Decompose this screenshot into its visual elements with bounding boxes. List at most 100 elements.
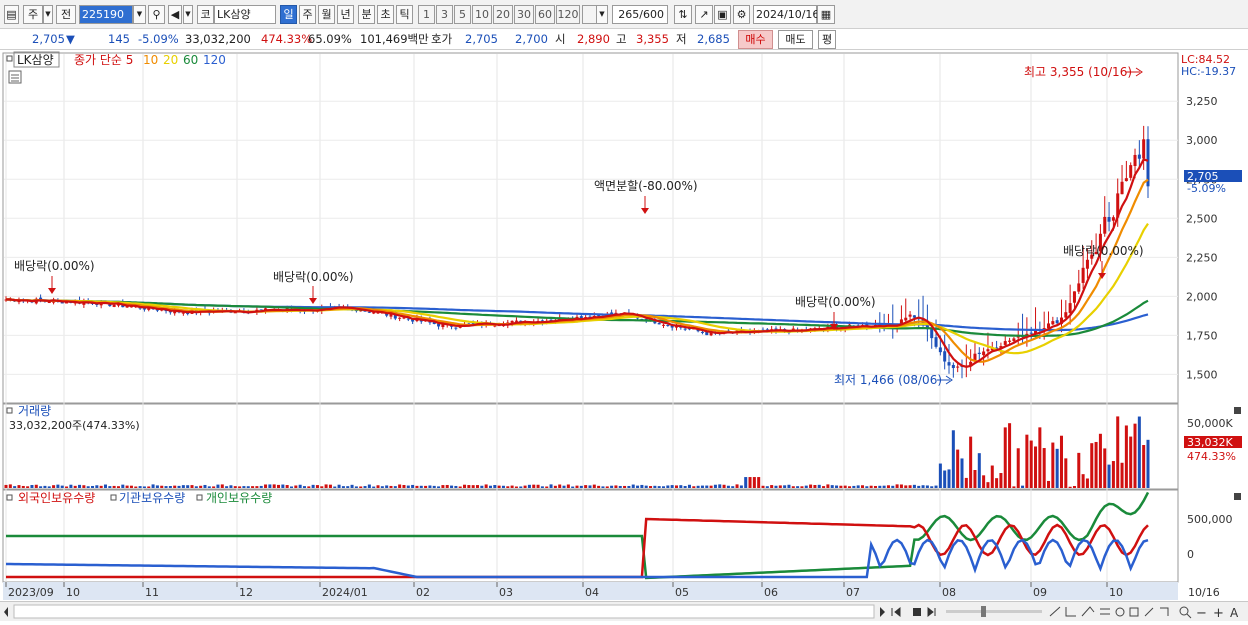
- gear-icon[interactable]: ⚙: [733, 5, 750, 24]
- candle-body: [1051, 321, 1055, 325]
- period-month[interactable]: 월: [318, 5, 335, 24]
- stock-code-input[interactable]: 225190: [79, 5, 133, 24]
- candle-body: [1012, 338, 1016, 342]
- volume-bar: [450, 485, 454, 488]
- stop-icon[interactable]: [913, 608, 921, 616]
- interval-20[interactable]: 20: [493, 5, 513, 24]
- chevron-down-icon[interactable]: ▼: [183, 5, 193, 24]
- interval-60[interactable]: 60: [535, 5, 555, 24]
- volume-bar: [246, 486, 250, 488]
- date-field[interactable]: 2024/10/16: [753, 5, 819, 24]
- window-menu-icon[interactable]: ▤: [4, 5, 19, 24]
- period-minute[interactable]: 분: [358, 5, 375, 24]
- type-selector[interactable]: 주: [23, 5, 43, 24]
- volume-bar: [212, 486, 216, 488]
- count-field[interactable]: 265/600: [612, 5, 668, 24]
- stock-chart[interactable]: LK삼양 종가 단순 5 10 20 60 120 3,2503,0002,75…: [0, 50, 1248, 601]
- volume-bar: [1142, 445, 1146, 488]
- candle-body: [1055, 320, 1059, 324]
- chevron-down-icon[interactable]: ▼: [596, 5, 608, 24]
- chevron-down-icon[interactable]: ▼: [43, 5, 53, 24]
- scroll-left-icon[interactable]: [4, 607, 8, 617]
- legend-ma120: 120: [203, 53, 226, 67]
- line-tool-icon[interactable]: [1049, 606, 1061, 617]
- drawing-icon[interactable]: ↗: [695, 5, 713, 24]
- circle-tool-icon[interactable]: [1115, 607, 1125, 617]
- calendar-icon[interactable]: ▦: [817, 5, 835, 24]
- trend-tool-icon[interactable]: [1081, 606, 1095, 617]
- zoom-slider[interactable]: [946, 610, 1042, 613]
- volume-bar: [424, 485, 428, 488]
- zoom-icon[interactable]: [1179, 606, 1189, 616]
- stock-name-field[interactable]: LK삼양: [214, 5, 276, 24]
- interval-30[interactable]: 30: [514, 5, 534, 24]
- interval-1[interactable]: 1: [418, 5, 435, 24]
- parallel-tool-icon[interactable]: [1100, 608, 1110, 615]
- interval-10[interactable]: 10: [472, 5, 492, 24]
- interval-5[interactable]: 5: [454, 5, 471, 24]
- volume-bar: [398, 484, 402, 488]
- period-week[interactable]: 주: [299, 5, 316, 24]
- volume-bar: [951, 430, 955, 488]
- buy-button[interactable]: 매수: [738, 30, 773, 49]
- volume-bar: [142, 486, 146, 488]
- volume-bar: [86, 486, 90, 488]
- volume-bar: [1038, 427, 1042, 488]
- sell-button[interactable]: 매도: [778, 30, 813, 49]
- interval-120[interactable]: 120: [556, 5, 580, 24]
- avg-button[interactable]: 평: [818, 30, 836, 49]
- period-day[interactable]: 일: [280, 5, 297, 24]
- volume-bar: [363, 486, 367, 488]
- period-tick[interactable]: 틱: [396, 5, 413, 24]
- axis-tool-icon[interactable]: [1065, 607, 1076, 617]
- volume-bar: [1025, 434, 1029, 488]
- search-icon[interactable]: ⚲: [148, 5, 165, 24]
- volume-bar: [514, 486, 518, 488]
- volume-bar: [605, 486, 609, 488]
- interval-3[interactable]: 3: [436, 5, 453, 24]
- fib-tool-icon[interactable]: [1160, 607, 1169, 616]
- price-change-pct: -5.09%: [138, 32, 179, 46]
- panel-close-icon[interactable]: [1234, 493, 1241, 500]
- volume-bar: [17, 485, 21, 488]
- forward-icon[interactable]: [927, 606, 936, 618]
- zoom-out-icon[interactable]: −: [1196, 606, 1207, 621]
- scroll-right-icon[interactable]: [880, 607, 885, 617]
- rect-tool-icon[interactable]: [1129, 607, 1139, 617]
- price-tick-label: 2,500: [1186, 212, 1218, 225]
- period-year[interactable]: 년: [337, 5, 354, 24]
- dividend-annotation-4: 배당락(0.00%): [1063, 244, 1144, 258]
- volume-bar: [813, 485, 817, 488]
- volume-bar: [454, 485, 458, 488]
- rewind-icon[interactable]: [891, 606, 901, 618]
- time-tick-label: 06: [764, 586, 778, 599]
- speaker-icon[interactable]: ◀: [168, 5, 182, 24]
- volume-bar: [1090, 443, 1094, 488]
- panel-close-icon[interactable]: [1234, 407, 1241, 414]
- candle-body: [1137, 154, 1141, 159]
- volume-bar: [393, 486, 397, 488]
- legend-ma10: 10: [143, 53, 158, 67]
- chevron-down-icon[interactable]: ▼: [133, 5, 146, 24]
- volume-bar: [553, 485, 557, 488]
- pencil-tool-icon[interactable]: [1144, 607, 1154, 617]
- volume-bar: [34, 484, 38, 488]
- prev-button[interactable]: 전: [56, 5, 76, 24]
- zoom-slider-handle[interactable]: [981, 606, 986, 617]
- volume-bar: [982, 475, 986, 488]
- time-tick-label: 02: [416, 586, 430, 599]
- candle-body: [1029, 332, 1033, 334]
- candle-body: [1008, 340, 1012, 342]
- font-size-icon[interactable]: A: [1230, 606, 1239, 620]
- period-second[interactable]: 초: [377, 5, 394, 24]
- price-tick-label: 3,250: [1186, 95, 1218, 108]
- volume-bar: [190, 485, 194, 488]
- volume-bar: [108, 486, 112, 488]
- save-icon[interactable]: ▣: [714, 5, 731, 24]
- market-label[interactable]: 코: [197, 5, 214, 24]
- scrollbar-track[interactable]: [13, 604, 875, 619]
- volume-bar: [990, 465, 994, 488]
- zoom-in-icon[interactable]: +: [1213, 606, 1224, 621]
- volume-bar: [558, 484, 562, 488]
- chart-tools-icon[interactable]: ⇅: [674, 5, 692, 24]
